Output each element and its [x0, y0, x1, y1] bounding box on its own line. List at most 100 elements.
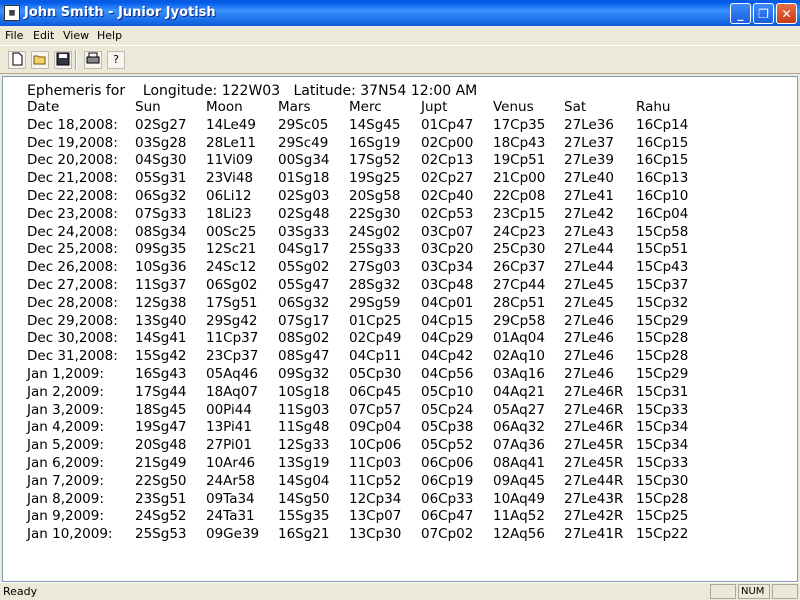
position-cell: 18Cp43 [493, 134, 546, 151]
position-cell: 27Le42R [564, 508, 624, 525]
position-cell: 15Cp58 [636, 223, 689, 240]
position-cell: 17Sg52 [349, 152, 401, 169]
close-button[interactable]: ✕ [776, 3, 797, 24]
position-cell: 01Aq04 [493, 330, 545, 347]
position-cell: 02Cp49 [349, 330, 402, 347]
position-cell: 15Cp25 [636, 508, 689, 525]
position-cell: 24Sg02 [349, 223, 401, 240]
position-cell: 02Sg48 [278, 205, 330, 222]
position-cell: 15Cp28 [636, 348, 689, 365]
position-cell: 27Le44R [564, 472, 624, 489]
ephemeris-view[interactable]: Ephemeris for Longitude: 122W03 Latitude… [2, 76, 798, 582]
position-cell: 09Ta34 [206, 490, 255, 507]
position-cell: 16Cp14 [636, 116, 689, 133]
new-file-icon[interactable] [8, 51, 26, 69]
position-cell: 05Cp38 [421, 419, 474, 436]
date-cell: Jan 7,2009: [27, 472, 104, 489]
title-bar[interactable]: ▦ John Smith - Junior Jyotish _ ❐ ✕ [0, 0, 800, 26]
position-cell: 24Sc12 [206, 259, 257, 276]
minimize-button[interactable]: _ [730, 3, 751, 24]
position-cell: 06Li12 [206, 187, 252, 204]
position-cell: 22Cp08 [493, 187, 546, 204]
position-cell: 20Sg48 [135, 437, 187, 454]
date-cell: Jan 1,2009: [27, 365, 104, 382]
position-cell: 15Cp31 [636, 383, 689, 400]
position-cell: 10Cp06 [349, 437, 402, 454]
position-cell: 06Cp47 [421, 508, 474, 525]
position-cell: 00Pi44 [206, 401, 252, 418]
position-cell: 28Sg32 [349, 276, 401, 293]
toolbar-separator [75, 50, 77, 70]
position-cell: 12Cp34 [349, 490, 402, 507]
date-cell: Dec 27,2008: [27, 276, 118, 293]
position-cell: 05Cp10 [421, 383, 474, 400]
date-cell: Jan 5,2009: [27, 437, 104, 454]
position-cell: 29Sc49 [278, 134, 329, 151]
app-icon[interactable]: ▦ [4, 5, 20, 21]
date-cell: Dec 29,2008: [27, 312, 118, 329]
position-cell: 11Cp52 [349, 472, 402, 489]
date-cell: Dec 31,2008: [27, 348, 118, 365]
position-cell: 27Le46R [564, 383, 624, 400]
position-cell: 13Cp30 [349, 526, 402, 543]
save-disk-icon[interactable] [54, 51, 72, 69]
menu-help[interactable]: Help [97, 29, 122, 42]
position-cell: 27Le36 [564, 116, 614, 133]
position-cell: 03Sg33 [278, 223, 330, 240]
date-cell: Dec 22,2008: [27, 187, 118, 204]
position-cell: 17Sg44 [135, 383, 187, 400]
position-cell: 09Cp04 [349, 419, 402, 436]
position-cell: 14Sg41 [135, 330, 187, 347]
position-cell: 27Le37 [564, 134, 614, 151]
position-cell: 27Le45 [564, 276, 614, 293]
date-cell: Jan 10,2009: [27, 526, 113, 543]
column-header: Date [27, 99, 60, 115]
position-cell: 15Cp43 [636, 259, 689, 276]
ephemeris-header: Ephemeris for Longitude: 122W03 Latitude… [27, 83, 477, 99]
date-cell: Dec 21,2008: [27, 170, 118, 187]
column-header: Venus [493, 99, 534, 115]
column-header: Mars [278, 99, 311, 115]
position-cell: 27Le45R [564, 454, 624, 471]
position-cell: 22Sg50 [135, 472, 187, 489]
toolbar: ? [0, 45, 800, 74]
position-cell: 05Sg47 [278, 276, 330, 293]
position-cell: 14Sg45 [349, 116, 401, 133]
position-cell: 01Cp25 [349, 312, 402, 329]
position-cell: 15Cp37 [636, 276, 689, 293]
position-cell: 19Sg25 [349, 170, 401, 187]
position-cell: 07Cp02 [421, 526, 474, 543]
position-cell: 21Cp00 [493, 170, 546, 187]
position-cell: 04Sg30 [135, 152, 187, 169]
maximize-button[interactable]: ❐ [753, 3, 774, 24]
position-cell: 19Sg47 [135, 419, 187, 436]
date-cell: Jan 8,2009: [27, 490, 104, 507]
help-icon[interactable]: ? [107, 51, 125, 69]
ephemeris-label: Ephemeris for [27, 83, 126, 99]
position-cell: 28Cp51 [493, 294, 546, 311]
position-cell: 08Sg02 [278, 330, 330, 347]
status-text: Ready [3, 585, 38, 598]
position-cell: 03Aq16 [493, 365, 545, 382]
open-folder-icon[interactable] [31, 51, 49, 69]
date-cell: Dec 30,2008: [27, 330, 118, 347]
position-cell: 06Sg02 [206, 276, 258, 293]
menu-view[interactable]: View [63, 29, 89, 42]
menu-file[interactable]: File [5, 29, 23, 42]
position-cell: 06Cp33 [421, 490, 474, 507]
menu-edit[interactable]: Edit [33, 29, 54, 42]
position-cell: 16Cp10 [636, 187, 689, 204]
position-cell: 15Sg35 [278, 508, 330, 525]
position-cell: 09Aq45 [493, 472, 545, 489]
position-cell: 18Aq07 [206, 383, 258, 400]
position-cell: 13Sg40 [135, 312, 187, 329]
position-cell: 27Le46 [564, 312, 614, 329]
date-cell: Dec 25,2008: [27, 241, 118, 258]
position-cell: 16Cp04 [636, 205, 689, 222]
position-cell: 22Sg30 [349, 205, 401, 222]
position-cell: 12Sg33 [278, 437, 330, 454]
print-icon[interactable] [84, 51, 102, 69]
status-bar: Ready NUM [0, 582, 800, 600]
position-cell: 16Sg19 [349, 134, 401, 151]
position-cell: 11Vi09 [206, 152, 254, 169]
